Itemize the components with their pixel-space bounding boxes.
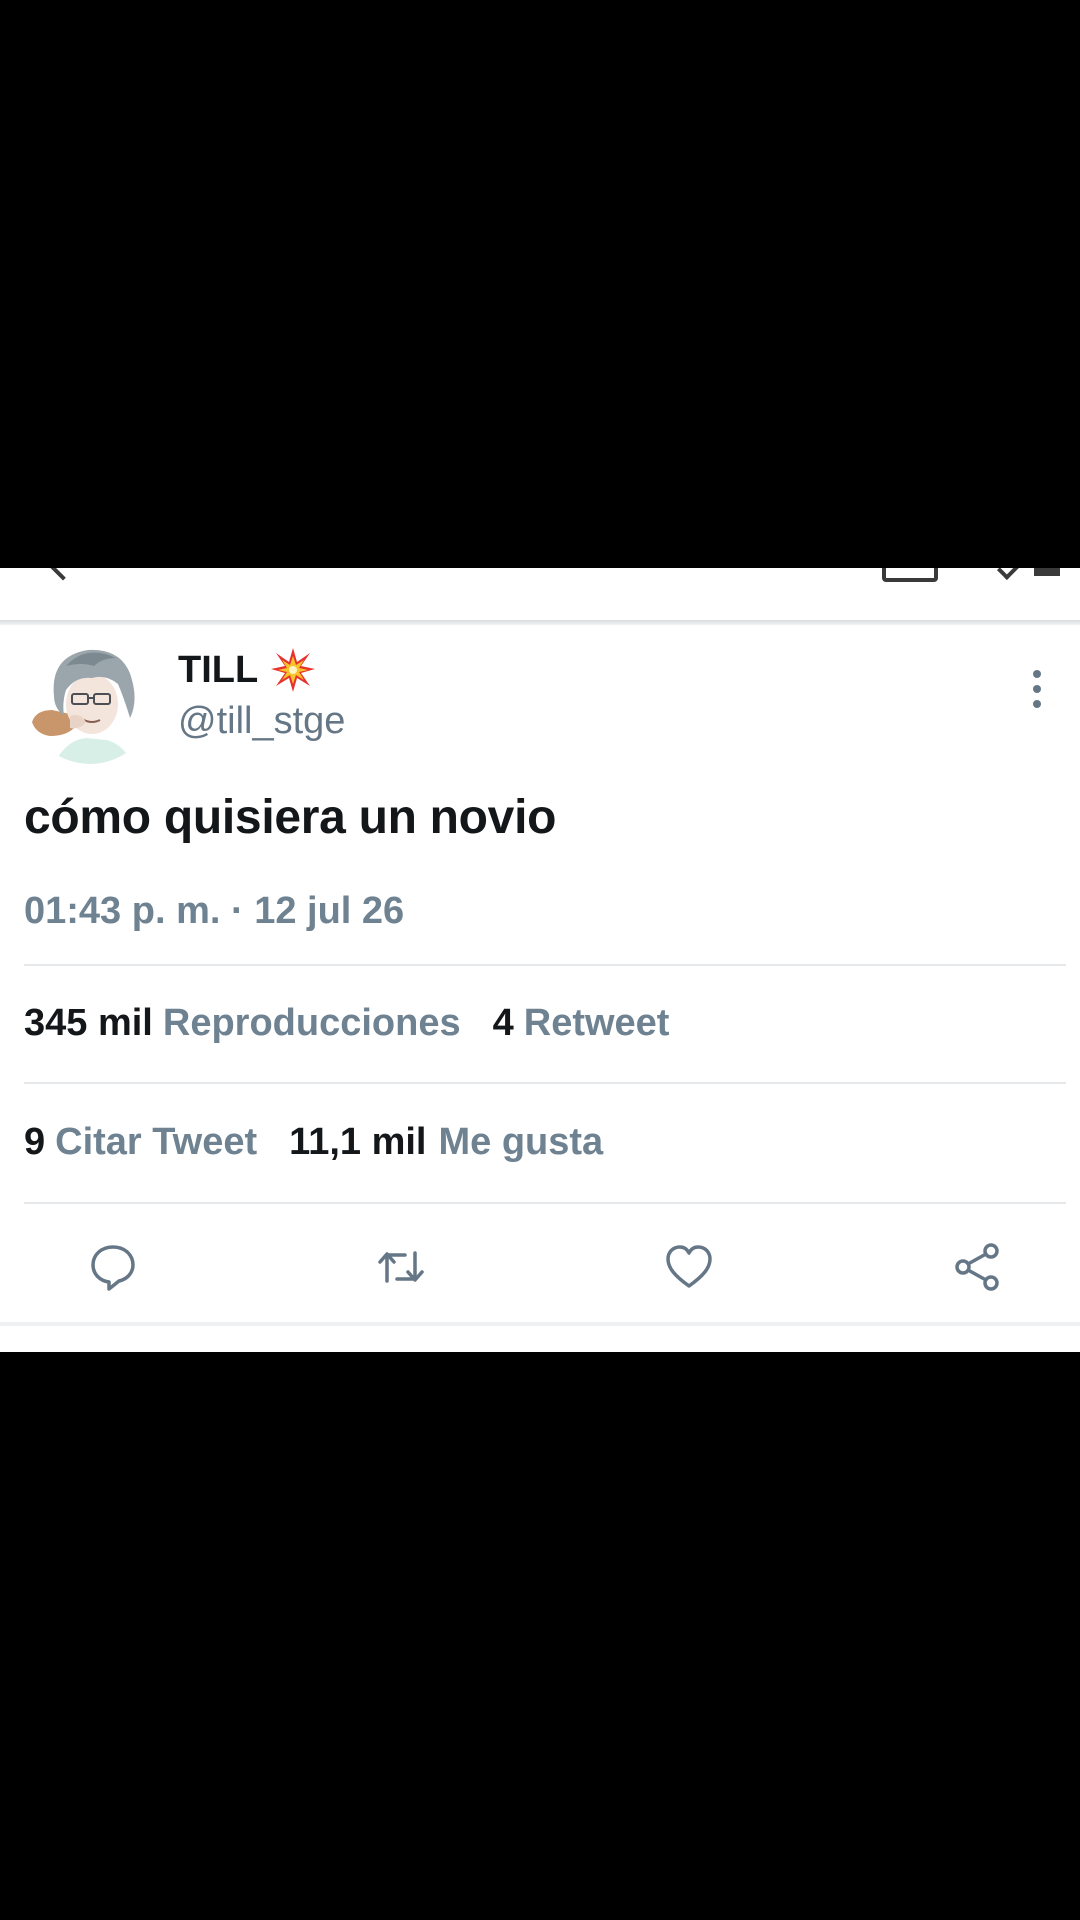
likes-label[interactable]: Me gusta (438, 1121, 603, 1164)
stats-row-views-retweets: 345 mil Reproducciones 4 Retweet (24, 1002, 669, 1045)
display-name-text: TILL (178, 648, 259, 691)
header-divider (0, 620, 1080, 625)
quotes-label[interactable]: Citar Tweet (55, 1121, 257, 1164)
toolbar-check-icon[interactable] (996, 568, 1022, 581)
stats-row-quotes-likes: 9 Citar Tweet 11,1 mil Me gusta (24, 1121, 603, 1164)
letterbox-top (0, 0, 1080, 568)
toolbar-bar-icon[interactable] (1034, 568, 1060, 576)
retweets-count: 4 (492, 1002, 514, 1044)
display-name[interactable]: TILL (178, 648, 316, 692)
reply-bubble-icon (91, 1245, 135, 1291)
letterbox-bottom (0, 1352, 1080, 1920)
retweets-label[interactable]: Retweet (524, 1002, 670, 1045)
tweet-timestamp[interactable]: 01:43 p. m. · 12 jul 26 (24, 890, 404, 933)
avatar-illustration (26, 636, 154, 764)
top-app-bar-cropped (0, 568, 1080, 620)
views-count: 345 mil (24, 1002, 153, 1044)
quotes-count: 9 (24, 1121, 46, 1163)
views-label[interactable]: Reproducciones (163, 1002, 461, 1045)
tweet-actions-bar (0, 1208, 1080, 1326)
heart-icon (666, 1245, 712, 1288)
back-arrow-icon[interactable] (47, 568, 79, 581)
tweet-text: cómo quisiera un novio (24, 791, 557, 844)
divider (24, 964, 1066, 966)
avatar[interactable] (26, 636, 154, 764)
divider (24, 1082, 1066, 1084)
share-nodes-icon (955, 1243, 999, 1291)
user-handle[interactable]: @till_stge (178, 700, 345, 743)
retweet-arrows-icon (378, 1251, 424, 1283)
bottom-divider (0, 1322, 1080, 1326)
collision-burst-icon (270, 647, 316, 693)
share-button[interactable] (922, 1208, 1032, 1326)
reply-button[interactable] (58, 1208, 168, 1326)
tweet-detail-card: TILL @till_stge cómo quisiera un novio 0… (0, 568, 1080, 1352)
likes-count: 11,1 mil (289, 1121, 427, 1163)
divider (24, 1202, 1066, 1204)
retweet-button[interactable] (346, 1208, 456, 1326)
like-button[interactable] (634, 1208, 744, 1326)
more-options-icon[interactable] (1022, 664, 1052, 714)
toolbar-box-icon[interactable] (882, 568, 938, 582)
